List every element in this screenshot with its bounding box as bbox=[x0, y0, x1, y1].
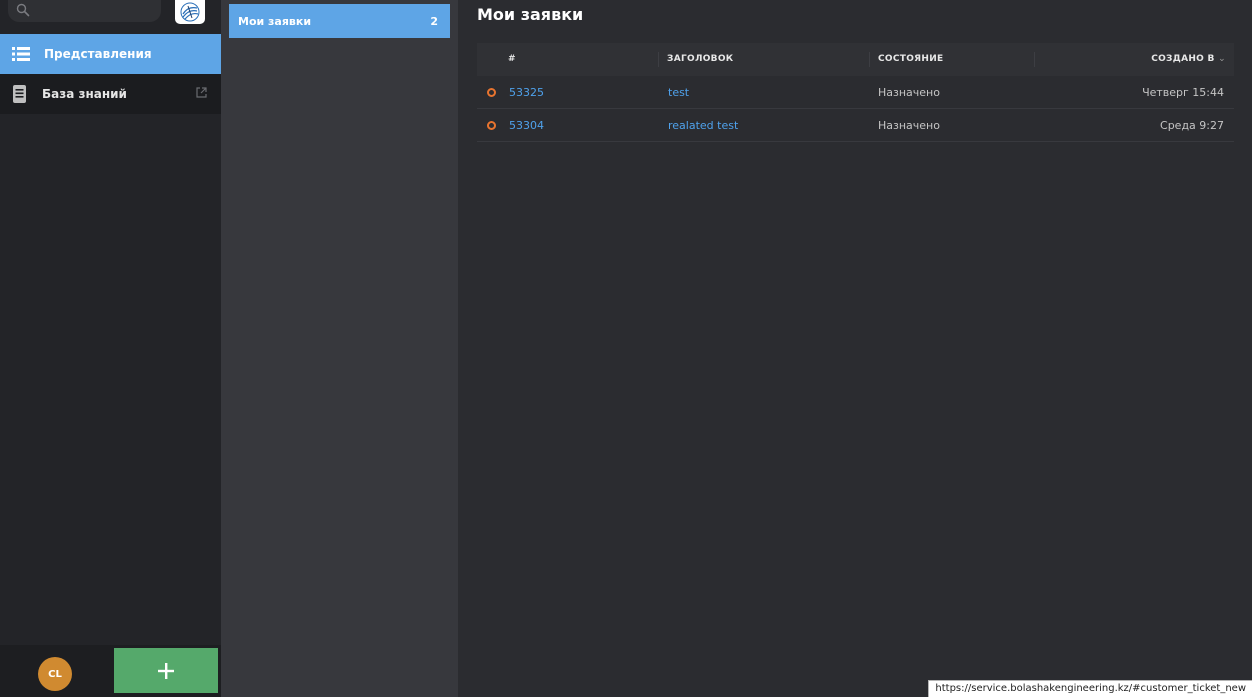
ticket-state: Назначено bbox=[878, 119, 940, 132]
book-icon bbox=[13, 85, 26, 103]
plus-icon bbox=[158, 662, 174, 679]
column-header-number[interactable]: # bbox=[508, 43, 516, 76]
app: Представления База знаний CL Мои заявки … bbox=[0, 0, 1252, 697]
overview-item-label: Мои заявки bbox=[238, 14, 312, 28]
column-header-title[interactable]: ЗАГОЛОВОК bbox=[667, 43, 733, 76]
column-divider[interactable] bbox=[869, 52, 870, 67]
chevron-down-icon: ⌄ bbox=[1218, 54, 1226, 64]
column-header-state[interactable]: СОСТОЯНИЕ bbox=[878, 43, 944, 76]
overview-list: Мои заявки 2 bbox=[221, 0, 458, 697]
column-header-created-label: СОЗДАНО В bbox=[1151, 54, 1215, 64]
main-content: Мои заявки # ЗАГОЛОВОК СОСТОЯНИЕ СОЗДАНО… bbox=[458, 0, 1252, 697]
sidebar-footer: CL bbox=[0, 645, 221, 697]
ticket-number-link[interactable]: 53304 bbox=[509, 109, 544, 142]
search-icon bbox=[16, 3, 30, 17]
external-link-icon bbox=[196, 87, 207, 98]
ticket-state: Назначено bbox=[878, 86, 940, 99]
navigation-sidebar: Представления База знаний CL bbox=[0, 0, 221, 697]
table-row[interactable]: 53304 realated test Назначено Среда 9:27 bbox=[477, 109, 1234, 142]
nav-item-label: Представления bbox=[44, 47, 152, 61]
overview-item-my-tickets[interactable]: Мои заявки 2 bbox=[229, 4, 450, 38]
nav-item-label: База знаний bbox=[42, 87, 127, 101]
column-divider[interactable] bbox=[658, 52, 659, 67]
status-circle-icon bbox=[487, 121, 496, 130]
browser-status-url: https://service.bolashakengineering.kz/#… bbox=[928, 680, 1252, 697]
ticket-created: Среда 9:27 bbox=[1160, 119, 1224, 132]
new-ticket-button[interactable] bbox=[114, 648, 218, 693]
column-divider[interactable] bbox=[1034, 52, 1035, 67]
page-title: Мои заявки bbox=[477, 5, 584, 24]
table-header: # ЗАГОЛОВОК СОСТОЯНИЕ СОЗДАНО В ⌄ bbox=[477, 43, 1234, 76]
overview-item-count: 2 bbox=[430, 14, 438, 28]
nav-item-knowledge-base[interactable]: База знаний bbox=[0, 74, 221, 114]
ticket-table: # ЗАГОЛОВОК СОСТОЯНИЕ СОЗДАНО В ⌄ 53325 … bbox=[477, 43, 1234, 142]
ticket-title-link[interactable]: realated test bbox=[668, 109, 738, 142]
search-box[interactable] bbox=[8, 0, 161, 22]
ticket-title-link[interactable]: test bbox=[668, 76, 689, 109]
ticket-number-link[interactable]: 53325 bbox=[509, 76, 544, 109]
nav-item-overviews[interactable]: Представления bbox=[0, 34, 221, 74]
table-row[interactable]: 53325 test Назначено Четверг 15:44 bbox=[477, 76, 1234, 109]
status-circle-icon bbox=[487, 88, 496, 97]
column-header-created[interactable]: СОЗДАНО В ⌄ bbox=[1151, 43, 1226, 76]
ticket-created: Четверг 15:44 bbox=[1142, 86, 1224, 99]
list-icon bbox=[12, 47, 30, 61]
avatar[interactable]: CL bbox=[38, 657, 72, 691]
logo-icon[interactable] bbox=[175, 0, 205, 24]
